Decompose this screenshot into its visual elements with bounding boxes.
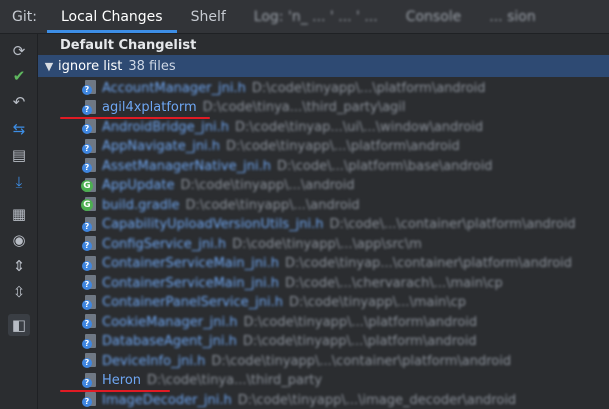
git-label: Git: <box>12 9 37 25</box>
gradle-file-icon: G <box>81 177 98 194</box>
file-name: AppUpdate <box>102 178 175 193</box>
ignore-list-group[interactable]: ▼ ignore list 38 files <box>38 55 609 77</box>
unversioned-file-icon: ? <box>82 119 98 135</box>
file-path: D:\code\tinyapp\...\platform\android <box>243 314 478 330</box>
rollback-icon[interactable]: ↶ <box>8 91 30 113</box>
file-path: D:\code\tinyapp\...\image_decoder\androi… <box>237 392 517 408</box>
file-name: ContainerServiceMain_jni.h <box>102 256 279 271</box>
file-name: build.gradle <box>102 197 180 213</box>
file-path: D:\code\...\platform\base\android <box>276 158 493 174</box>
file-name: ConfigService_jni.h <box>102 236 227 252</box>
file-name: ImageDecoder_jni.h <box>102 392 232 408</box>
unversioned-file-icon: ? <box>82 216 98 233</box>
file-path: D:\code\...\container\platform\android <box>329 217 576 232</box>
file-path: D:\code\tinyapp\...\platform\android <box>251 80 486 96</box>
unversioned-file-icon: ? <box>82 275 98 291</box>
file-path: D:\code\...\chervarach\...\main\cp <box>284 275 503 291</box>
changelist-label: Default Changelist <box>60 37 197 53</box>
changelist-icon[interactable]: ▤ <box>8 144 30 166</box>
file-path: D:\code\tinya...\third_party <box>147 373 323 388</box>
file-name: ContainerServiceMain_jni.h <box>102 275 279 291</box>
refresh-icon[interactable]: ⟳ <box>8 40 30 62</box>
file-name: DatabaseAgent_jni.h <box>102 334 237 349</box>
unversioned-file-icon: ? <box>82 236 98 252</box>
changelist-header[interactable]: Default Changelist <box>38 34 609 56</box>
unversioned-file-icon: ? <box>82 392 98 408</box>
tool-window-tab-bar: Git: Local Changes Shelf Log: 'n_ ... ' … <box>0 0 609 34</box>
file-path: D:\code\tinyapp\...\app\src\m <box>232 236 422 252</box>
git-local-changes-window: Git: Local Changes Shelf Log: 'n_ ... ' … <box>0 0 609 409</box>
file-name: AccountManager_jni.h <box>102 80 246 96</box>
unversioned-file-icon: ? <box>82 294 98 311</box>
file-name: CookieManager_jni.h <box>102 314 238 330</box>
file-name: DeviceInfo_jni.h <box>102 353 206 369</box>
unversioned-file-icon: ? <box>82 99 98 116</box>
file-row[interactable]: ? ImageDecoder_jni.h D:\code\tinyapp\...\i… <box>38 389 609 409</box>
details-panel-icon[interactable]: ◧ <box>8 314 30 336</box>
file-name: AndroidBridge_jni.h <box>102 119 229 135</box>
tab-log[interactable]: Log: 'n_ ... ' ... ' ... <box>240 9 392 33</box>
diff-icon[interactable]: ⇆ <box>8 118 30 140</box>
vcs-action-toolbar: ⟳ ✔ ↶ ⇆ ▤ ⤓ ▦ ◉ ⇕ ⇳ ◧ <box>0 34 38 409</box>
file-path: D:\code\tinyap...\container\platform\and… <box>284 256 573 271</box>
file-path: D:\code\tinyapp\...\container\platform\a… <box>211 353 512 369</box>
unversioned-file-icon: ? <box>82 255 98 272</box>
commit-check-icon[interactable]: ✔ <box>8 65 30 87</box>
preview-eye-icon[interactable]: ◉ <box>8 229 30 251</box>
group-count: 38 files <box>128 58 176 74</box>
tab-shelf[interactable]: Shelf <box>177 9 240 33</box>
unversioned-file-icon: ? <box>82 158 98 174</box>
file-path: D:\code\tinyapp\...\android <box>180 178 355 193</box>
file-name: agil4xplatform <box>102 100 197 115</box>
update-icon[interactable]: ⤓ <box>8 171 30 193</box>
tab-local-changes[interactable]: Local Changes <box>46 9 177 33</box>
file-name: ContainerPanelService_jni.h <box>102 295 283 310</box>
file-path: D:\code\tinyap...\ui\...\window\android <box>234 119 484 135</box>
changes-tree: Default Changelist ▼ ignore list 38 file… <box>38 34 609 409</box>
unversioned-file-icon: ? <box>82 138 98 155</box>
file-name: Heron <box>102 373 142 388</box>
unversioned-file-icon: ? <box>82 353 98 369</box>
file-name: AppNavigate_jni.h <box>102 139 221 154</box>
group-name: ignore list <box>58 58 123 74</box>
unversioned-file-icon: ? <box>82 80 98 96</box>
chevron-down-icon[interactable]: ▼ <box>40 60 58 73</box>
expand-all-icon[interactable]: ⇕ <box>8 255 30 277</box>
unversioned-file-icon: ? <box>82 333 98 350</box>
file-name: CapabilityUploadVersionUtils_jni.h <box>102 217 324 232</box>
file-path: D:\code\tinyapp\...\platform\android <box>242 334 477 349</box>
gradle-file-icon: G <box>81 197 98 213</box>
group-by-icon[interactable]: ▦ <box>8 203 30 225</box>
tab-console[interactable]: Console <box>392 9 476 33</box>
file-name: AssetManagerNative_jni.h <box>102 158 271 174</box>
file-path: D:\code\tinyapp\...\main\cp <box>288 295 467 310</box>
file-path: D:\code\tinyapp\...\platform\android <box>226 139 460 154</box>
unversioned-file-icon: ? <box>82 372 98 389</box>
collapse-all-icon[interactable]: ⇳ <box>8 281 30 303</box>
tab-version[interactable]: ... sion <box>475 9 549 33</box>
file-path: D:\code\tinyapp\...\android <box>185 197 360 213</box>
file-path: D:\code\tinya...\third_party\agil <box>202 100 406 115</box>
unversioned-file-icon: ? <box>82 314 98 330</box>
